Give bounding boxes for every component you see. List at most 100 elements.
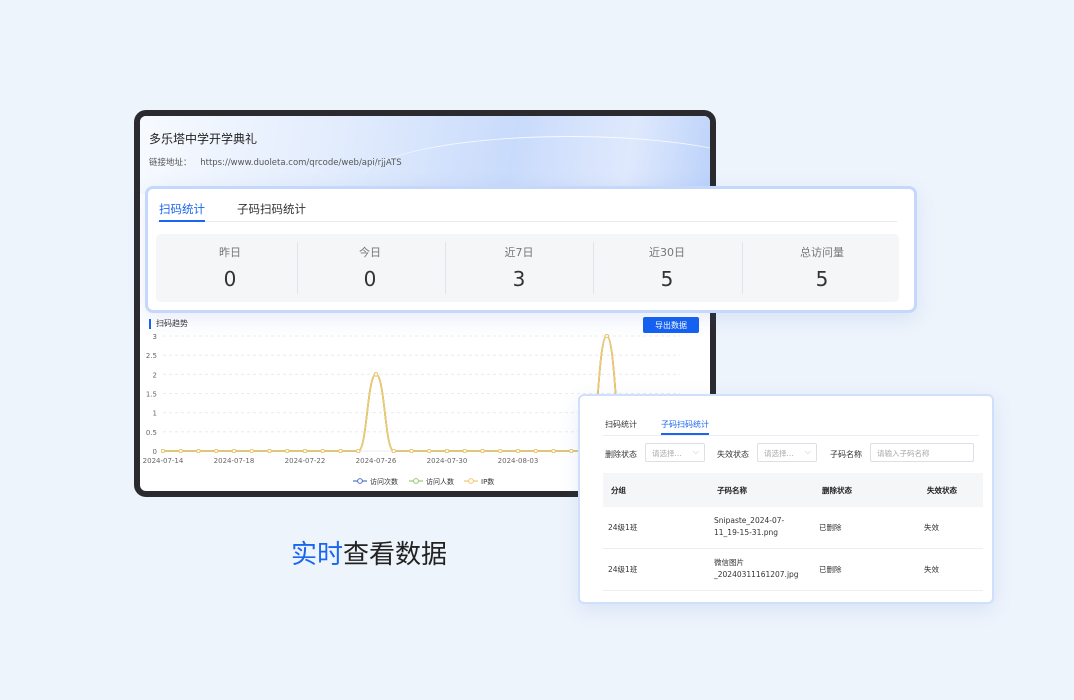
- data-point: [231, 448, 237, 454]
- subcode-name-label: 子码名称: [830, 450, 862, 459]
- x-tick-label: 2024-07-26: [356, 457, 397, 465]
- x-tick-label: 2024-07-22: [285, 457, 326, 465]
- x-tick-label: 2024-08-03: [498, 457, 539, 465]
- cell-invalid: 失效: [924, 523, 939, 532]
- invalid-status-label: 失效状态: [717, 450, 749, 459]
- stat-label: 今日: [359, 246, 381, 259]
- data-point: [604, 334, 609, 339]
- y-tick-label: 0.5: [146, 429, 157, 437]
- cell-group: 24级1班: [608, 523, 638, 532]
- cell-invalid: 失效: [924, 565, 939, 574]
- column-header-deleted: 删除状态: [822, 486, 852, 495]
- column-header-invalid: 失效状态: [927, 486, 957, 495]
- stat-label: 昨日: [219, 246, 241, 259]
- tab-subcode-scan-stats[interactable]: 子码扫码统计: [661, 419, 709, 435]
- stat-today: 今日 0: [296, 234, 444, 302]
- legend-marker: [357, 478, 363, 484]
- link-label: 链接地址：: [149, 158, 192, 168]
- stat-value: 5: [660, 267, 674, 291]
- data-point: [391, 448, 396, 454]
- x-tick-label: 2024-07-14: [143, 457, 184, 465]
- stat-total-visits: 总访问量 5: [748, 234, 896, 302]
- tagline-rest: 查看数据: [343, 540, 448, 570]
- trend-title: 扫码趋势: [149, 319, 188, 329]
- cell-name: 微信图片 _20240311161207.jpg: [714, 557, 799, 581]
- link-url[interactable]: https://www.duoleta.com/qrcode/web/api/r…: [200, 158, 401, 168]
- stat-yesterday: 昨日 0: [156, 234, 304, 302]
- data-point: [409, 448, 414, 454]
- table-header: 分组 子码名称 删除状态 失效状态: [603, 473, 983, 507]
- cell-deleted: 已删除: [819, 565, 842, 574]
- y-tick-label: 0: [153, 448, 157, 456]
- data-point: [373, 372, 379, 377]
- y-tick-label: 1.5: [146, 391, 157, 399]
- data-point: [160, 448, 166, 454]
- data-point: [196, 448, 201, 454]
- tab-scan-stats[interactable]: 扫码统计: [605, 419, 637, 430]
- subcode-tabs: 扫码统计 子码扫码统计: [603, 396, 979, 436]
- data-point: [427, 448, 432, 454]
- chevron-down-icon: ⌵: [804, 447, 811, 456]
- cell-name-line2: _20240311161207.jpg: [714, 570, 799, 579]
- tab-subcode-scan-stats[interactable]: 子码扫码统计: [237, 201, 306, 217]
- tagline-highlight: 实时: [291, 540, 344, 570]
- table-row[interactable]: 24级1班 微信图片 _20240311161207.jpg 已删除 失效: [603, 549, 983, 591]
- data-point: [320, 448, 325, 454]
- stats-summary: 昨日 0 今日 0 近7日 3 近30日 5 总访问量 5: [156, 234, 899, 302]
- delete-status-select[interactable]: 请选择... ⌵: [645, 443, 705, 462]
- data-point: [551, 448, 556, 454]
- data-point: [356, 448, 361, 454]
- data-point: [338, 448, 343, 454]
- x-tick-label: 2024-07-18: [214, 457, 255, 465]
- data-point: [444, 448, 450, 454]
- data-point: [302, 448, 308, 454]
- data-point: [515, 448, 521, 454]
- data-point: [214, 448, 219, 454]
- data-point: [498, 448, 503, 454]
- legend-marker: [468, 478, 474, 484]
- data-point: [178, 448, 183, 454]
- stat-value: 0: [223, 267, 237, 291]
- cell-name-line2: 11_19-15-31.png: [714, 528, 778, 537]
- stat-last-7-days: 近7日 3: [445, 234, 593, 302]
- data-point: [285, 448, 290, 454]
- stats-tabs: 扫码统计 子码扫码统计: [157, 189, 897, 222]
- legend-marker: [413, 478, 419, 484]
- link-row: 链接地址： https://www.duoleta.com/qrcode/web…: [149, 156, 402, 168]
- stat-value: 3: [512, 267, 526, 291]
- data-point: [480, 448, 485, 454]
- chevron-down-icon: ⌵: [692, 447, 699, 456]
- stat-value: 0: [363, 267, 377, 291]
- stat-label: 近30日: [649, 246, 685, 259]
- invalid-status-select[interactable]: 请选择... ⌵: [757, 443, 817, 462]
- export-data-button[interactable]: 导出数据: [643, 317, 699, 333]
- stat-divider: [742, 242, 743, 294]
- stat-label: 总访问量: [800, 246, 844, 259]
- delete-status-placeholder: 请选择...: [652, 449, 682, 458]
- delete-status-label: 删除状态: [605, 450, 637, 459]
- tab-scan-stats[interactable]: 扫码统计: [159, 201, 205, 222]
- legend-label: 访问人数: [426, 477, 454, 486]
- cell-name: Snipaste_2024-07- 11_19-15-31.png: [714, 515, 784, 539]
- column-header-group: 分组: [611, 486, 626, 495]
- subcode-name-input[interactable]: 请输入子码名称: [870, 443, 974, 462]
- table-row[interactable]: 24级1班 Snipaste_2024-07- 11_19-15-31.png …: [603, 507, 983, 549]
- legend-label: 访问次数: [370, 477, 398, 486]
- cell-deleted: 已删除: [819, 523, 842, 532]
- y-tick-label: 2.5: [146, 352, 157, 360]
- x-tick-label: 2024-07-30: [427, 457, 468, 465]
- subcode-table: 分组 子码名称 删除状态 失效状态 24级1班 Snipaste_2024-07…: [603, 473, 983, 591]
- data-point: [462, 448, 467, 454]
- y-tick-label: 2: [153, 371, 157, 379]
- stat-value: 5: [815, 267, 829, 291]
- legend-label: IP数: [481, 477, 494, 486]
- y-tick-label: 3: [153, 334, 157, 341]
- stat-label: 近7日: [504, 246, 534, 259]
- page-title: 多乐塔中学开学典礼: [149, 132, 258, 146]
- data-point: [267, 448, 272, 454]
- data-point: [569, 448, 574, 454]
- tagline: 实时查看数据: [291, 534, 447, 571]
- subcode-stats-card: 扫码统计 子码扫码统计 删除状态 请选择... ⌵ 失效状态 请选择... ⌵ …: [578, 394, 994, 604]
- screen-header: 多乐塔中学开学典礼 链接地址： https://www.duoleta.com/…: [140, 116, 710, 194]
- y-tick-label: 1: [153, 410, 157, 418]
